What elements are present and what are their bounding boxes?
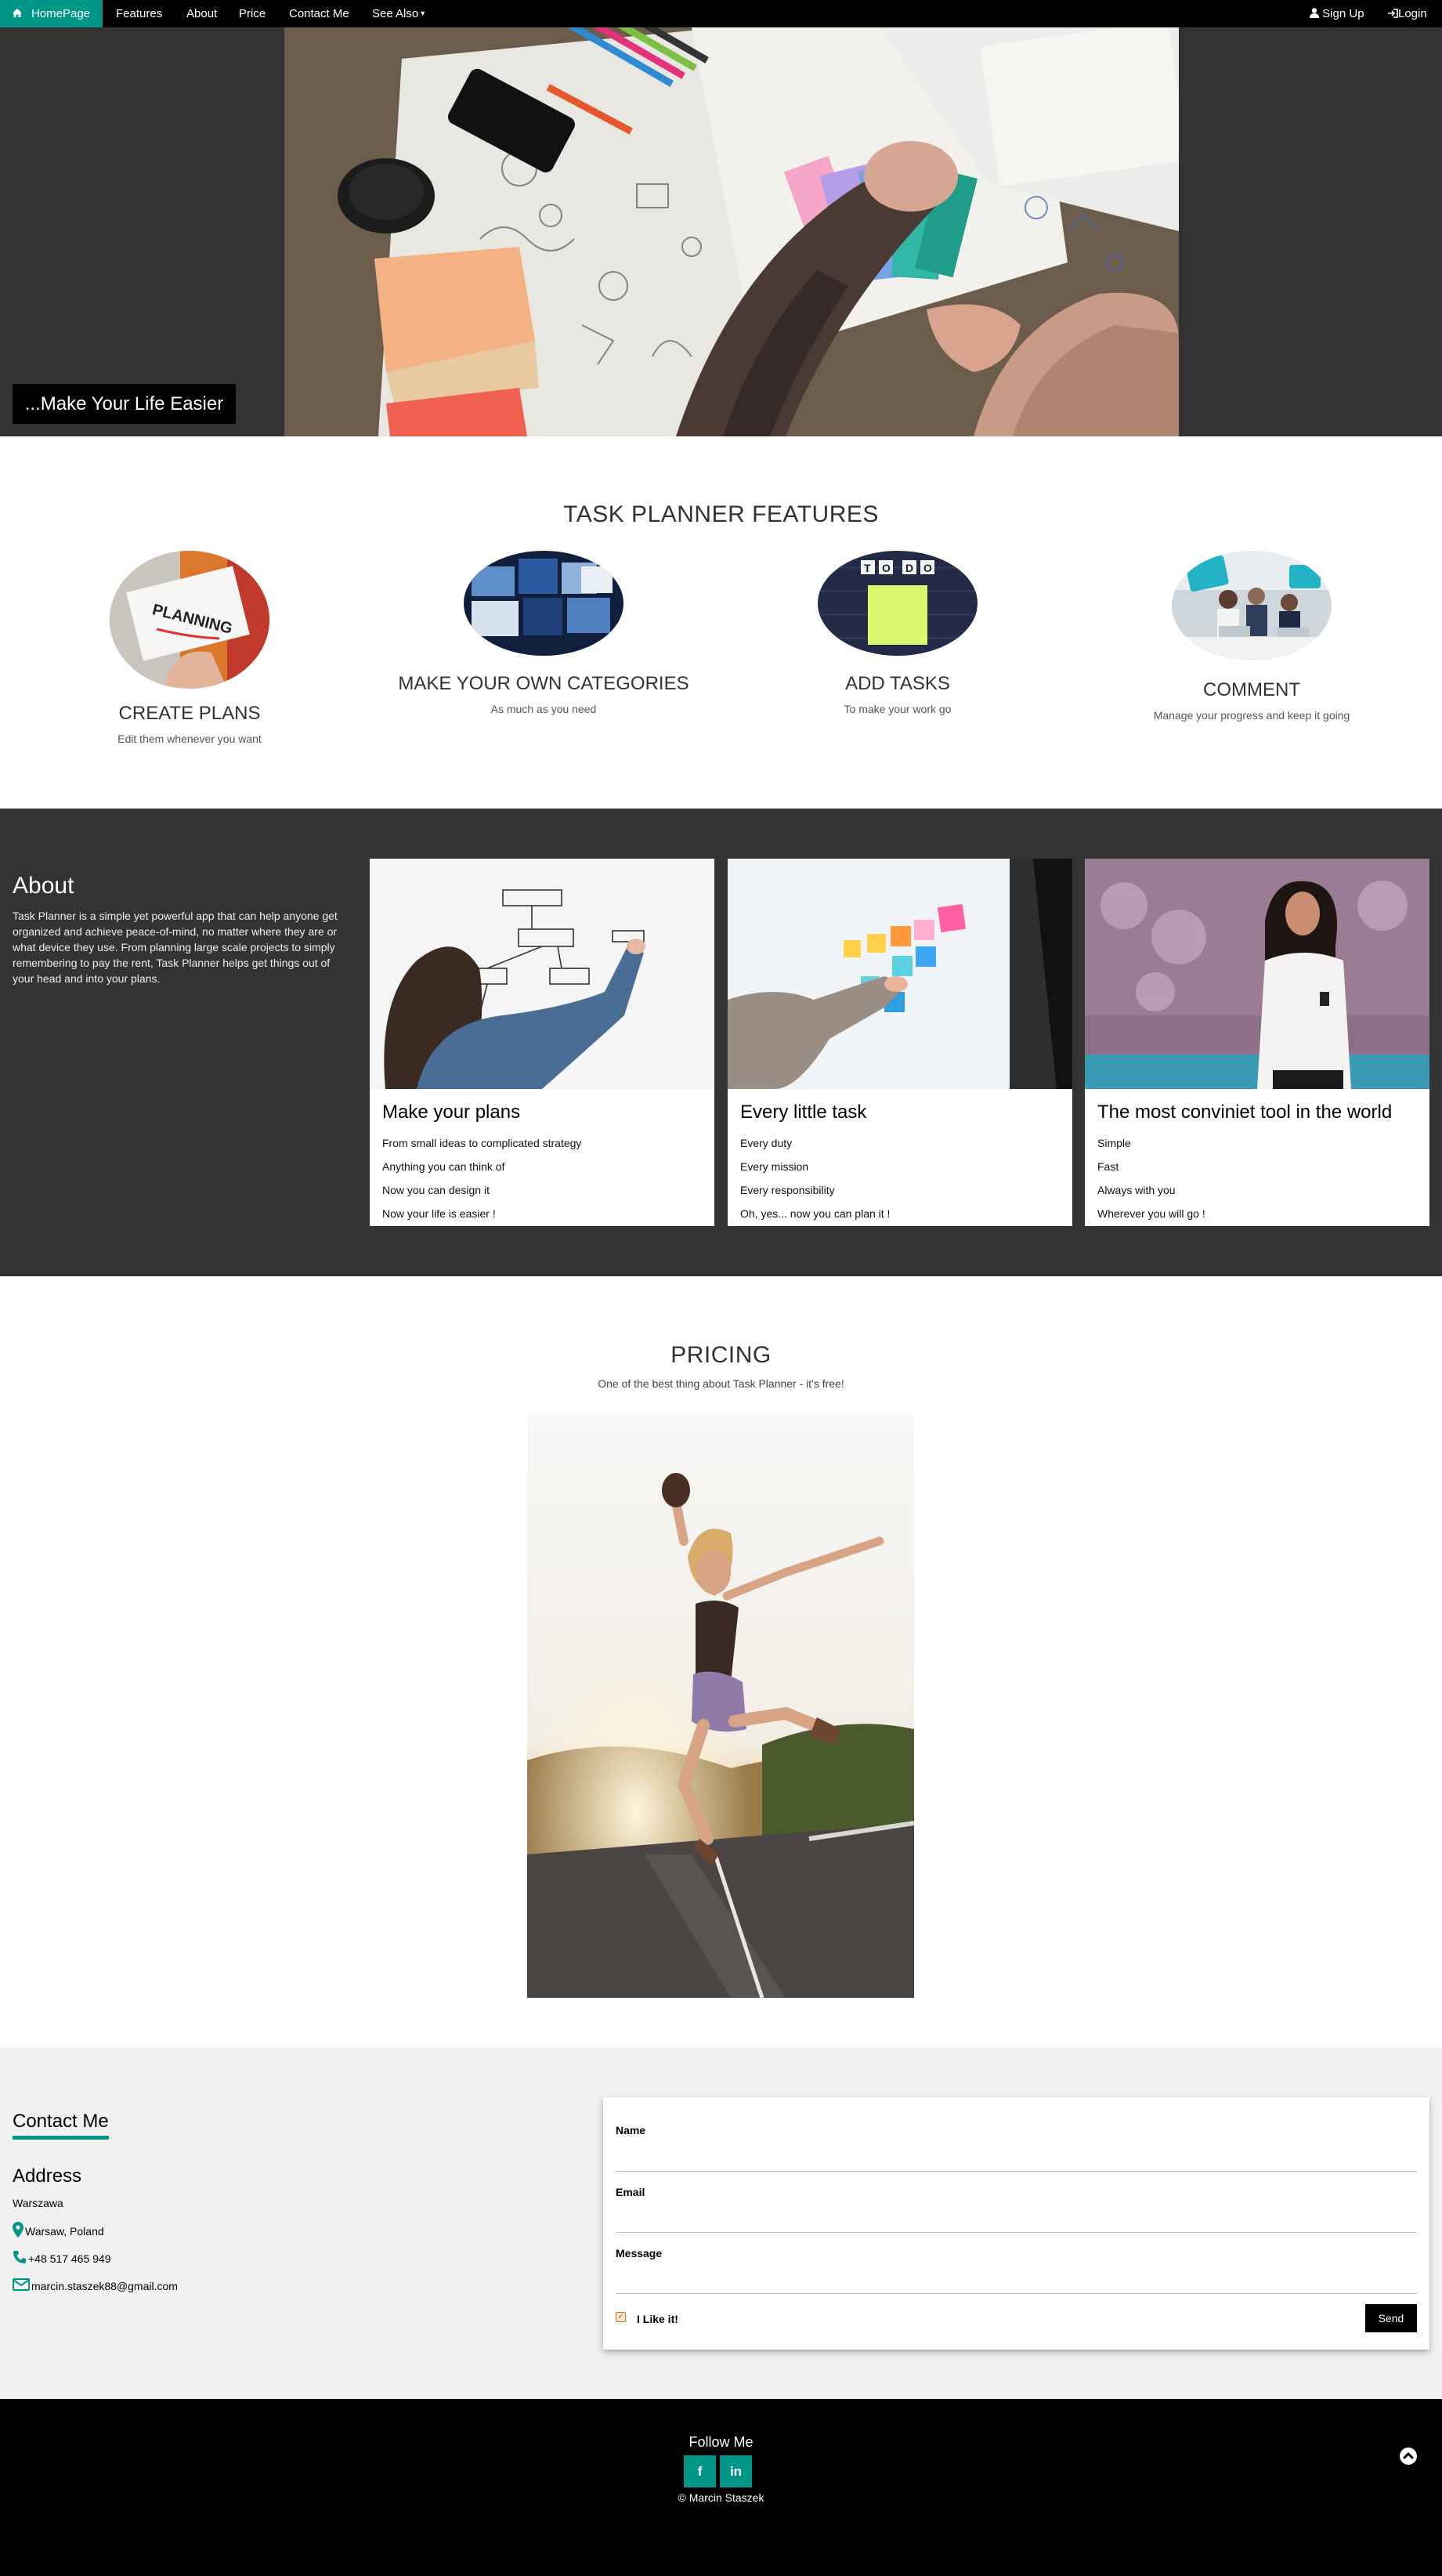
card-image-whiteboard [370, 859, 714, 1089]
linkedin-icon[interactable]: in [720, 2455, 752, 2487]
login-icon [1388, 7, 1398, 20]
feature-create-plans: PLANNING CREATE PLANS Edit them whenever… [33, 551, 346, 745]
card-line: Always with you [1097, 1184, 1176, 1196]
feature-title: ADD TASKS [845, 673, 950, 694]
card-line: From small ideas to complicated strategy [382, 1137, 582, 1149]
nav-home-link[interactable]: HomePage [0, 0, 103, 27]
footer: Follow Me f in © Marcin Staszek [0, 2399, 1442, 2576]
feature-title: MAKE YOUR OWN CATEGORIES [398, 673, 689, 694]
facebook-icon[interactable]: f [684, 2455, 716, 2487]
feature-desc: Manage your progress and keep it going [1153, 709, 1350, 722]
card-line: Wherever you will go ! [1097, 1207, 1205, 1220]
todo-letter: D [905, 562, 913, 574]
todo-letter: O [882, 562, 891, 574]
card-line: Anything you can think of [382, 1160, 505, 1173]
nav-about-link[interactable]: About [186, 0, 217, 27]
follow-me-title: Follow Me [688, 2434, 754, 2450]
todo-letter: O [923, 562, 932, 574]
about-card-tasks: Every little task Every duty Every missi… [728, 859, 1072, 1226]
feature-title: CREATE PLANS [118, 703, 261, 724]
feature-image-todo: T O D O [818, 551, 978, 656]
features-title: TASK PLANNER FEATURES [563, 501, 879, 527]
nav-login-label: Login [1398, 7, 1427, 20]
feature-title: COMMENT [1203, 679, 1300, 700]
contact-section: Contact Me Address Warszawa Warsaw, Pola… [0, 2048, 1442, 2399]
user-icon [1310, 7, 1319, 20]
feature-image-comment [1172, 551, 1332, 660]
todo-letter: T [864, 562, 871, 574]
about-title: About [13, 873, 74, 899]
copyright: © Marcin Staszek [678, 2491, 764, 2504]
like-checkbox[interactable]: ✓ [616, 2312, 626, 2322]
card-line: Simple [1097, 1137, 1131, 1149]
send-button[interactable]: Send [1365, 2304, 1417, 2332]
contact-form: Name Email Message ✓ I Like it! Send [603, 2097, 1429, 2350]
about-card-plans: Make your plans From small ideas to comp… [370, 859, 714, 1226]
address-city-text: Warszawa [13, 2197, 63, 2209]
card-title: Every little task [740, 1102, 867, 1123]
top-navbar: HomePage Features About Price Contact Me… [0, 0, 1442, 27]
envelope-icon [13, 2278, 31, 2293]
home-icon [12, 1, 22, 28]
about-card-tool: The most conviniet tool in the world Sim… [1085, 859, 1429, 1226]
nav-sign-up-label: Sign Up [1322, 7, 1364, 20]
feature-desc: As much as you need [490, 703, 597, 715]
message-input[interactable] [616, 2293, 1417, 2294]
nav-login-link[interactable]: Login [1388, 0, 1427, 27]
contact-email: marcin.staszek88@gmail.com [13, 2278, 178, 2293]
address-title: Address [13, 2165, 82, 2187]
email-input[interactable] [616, 2232, 1417, 2233]
card-line: Now your life is easier ! [382, 1207, 496, 1220]
card-line: Every duty [740, 1137, 793, 1149]
feature-add-tasks: T O D O ADD TASKS To make your work go [741, 551, 1054, 715]
address-city: Warszawa [13, 2197, 63, 2209]
pricing-image-jumping-woman [527, 1416, 914, 1998]
feature-comment: COMMENT Manage your progress and keep it… [1095, 551, 1408, 722]
nav-sign-up-link[interactable]: Sign Up [1310, 0, 1364, 27]
address-location: Warsaw, Poland [13, 2222, 104, 2240]
feature-categories: MAKE YOUR OWN CATEGORIES As much as you … [371, 551, 716, 715]
name-label: Name [616, 2124, 646, 2136]
email-label: Email [616, 2186, 645, 2198]
caret-down-icon: ▼ [419, 9, 427, 17]
pricing-subtitle: One of the best thing about Task Planner… [598, 1377, 844, 1390]
contact-title: Contact Me [13, 2111, 109, 2140]
nav-home-label: HomePage [31, 7, 91, 20]
email-text[interactable]: marcin.staszek88@gmail.com [31, 2280, 178, 2292]
chevron-up-icon[interactable] [1400, 2448, 1417, 2465]
address-location-text: Warsaw, Poland [25, 2224, 104, 2238]
map-marker-icon [13, 2222, 25, 2240]
feature-desc: Edit them whenever you want [117, 733, 262, 745]
hero-banner: ...Make Your Life Easier [0, 27, 1442, 436]
about-text: Task Planner is a simple yet powerful ap… [13, 910, 338, 985]
card-line: Oh, yes... now you can plan it ! [740, 1207, 891, 1220]
nav-contact-link[interactable]: Contact Me [289, 0, 349, 27]
phone-text: +48 517 465 949 [28, 2252, 111, 2265]
hero-image-desk-sketches [284, 27, 1179, 436]
card-line: Now you can design it [382, 1184, 490, 1196]
card-line: Fast [1097, 1160, 1119, 1173]
nav-price-link[interactable]: Price [239, 0, 266, 27]
nav-see-also-dropdown[interactable]: See Also▼ [372, 0, 426, 27]
nav-features-link[interactable]: Features [116, 0, 162, 27]
phone-icon [13, 2250, 28, 2267]
like-label: I Like it! [637, 2313, 678, 2325]
contact-phone: +48 517 465 949 [13, 2250, 111, 2267]
hero-caption: ...Make Your Life Easier [13, 384, 236, 424]
nav-see-also-label: See Also [372, 7, 419, 20]
card-line: Every mission [740, 1160, 809, 1173]
about-section: About Task Planner is a simple yet power… [0, 809, 1442, 1276]
pricing-title: PRICING [670, 1342, 772, 1368]
message-label: Message [616, 2247, 663, 2259]
card-title: The most conviniet tool in the world [1097, 1102, 1393, 1123]
card-line: Every responsibility [740, 1184, 835, 1196]
feature-image-categories [464, 551, 623, 656]
card-title: Make your plans [382, 1102, 521, 1123]
card-image-woman-phone [1085, 859, 1429, 1089]
feature-image-planning: PLANNING [110, 551, 269, 689]
card-image-sticky-notes [728, 859, 1072, 1089]
feature-desc: To make your work go [844, 703, 952, 715]
name-input[interactable] [616, 2171, 1417, 2172]
